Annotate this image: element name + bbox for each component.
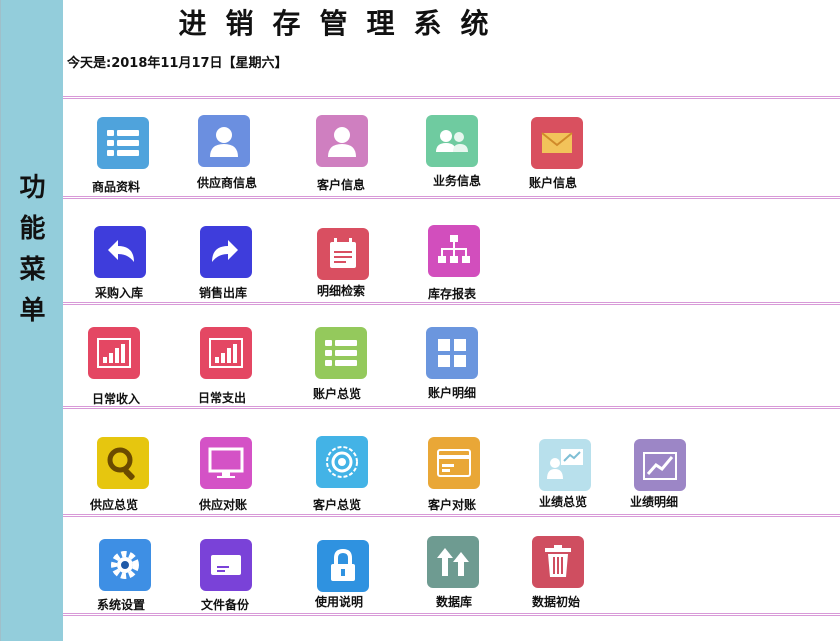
menu-item-label[interactable]: 日常支出 [198,389,246,406]
sidebar-title-char: 单 [19,296,46,326]
target-icon[interactable] [316,436,368,488]
menu-item-label[interactable]: 商品资料 [92,178,140,195]
user-icon[interactable] [198,115,250,167]
row-divider [63,406,840,409]
row-divider [63,302,840,305]
menu-item-label[interactable]: 业绩明细 [630,493,678,510]
bar-chart-icon[interactable] [200,327,252,379]
date-text: 今天是:2018年11月17日【星期六】 [67,56,288,71]
list-icon[interactable] [97,117,149,169]
row-divider [63,613,840,616]
menu-item-label[interactable]: 客户总览 [313,496,361,513]
row-divider [63,514,840,517]
mail-icon[interactable] [531,117,583,169]
menu-item-label[interactable]: 明细检索 [317,282,365,299]
menu-item-label[interactable]: 销售出库 [199,284,247,301]
trash-icon[interactable] [532,536,584,588]
menu-item-label[interactable]: 数据库 [436,593,472,610]
menu-item-label[interactable]: 数据初始 [532,593,580,610]
menu-item-label[interactable]: 使用说明 [315,593,363,610]
menu-item-label[interactable]: 供应对账 [199,496,247,513]
envelope-icon[interactable] [200,539,252,591]
trend-icon[interactable] [634,439,686,491]
menu-item-label[interactable]: 账户总览 [313,385,361,402]
menu-item-label[interactable]: 业务信息 [433,172,481,189]
calendar-icon[interactable] [317,228,369,280]
page-title: 进销存管理系统 [178,7,508,40]
menu-item-label[interactable]: 账户信息 [529,174,577,191]
sidebar-title: 功 能 菜 单 [1,168,64,332]
redo-icon[interactable] [200,226,252,278]
lock-icon[interactable] [317,540,369,592]
row-divider [63,196,840,199]
user-icon[interactable] [316,115,368,167]
undo-icon[interactable] [94,226,146,278]
menu-item-label[interactable]: 供应总览 [90,496,138,513]
menu-item-label[interactable]: 客户信息 [317,176,365,193]
menu-item-label[interactable]: 文件备份 [201,596,249,613]
sidebar-title-char: 菜 [19,255,46,285]
gear-icon[interactable] [99,539,151,591]
menu-item-label[interactable]: 供应商信息 [197,174,257,191]
sidebar: 功 能 菜 单 [0,0,63,641]
menu-item-label[interactable]: 账户明细 [428,384,476,401]
menu-item-label[interactable]: 日常收入 [92,390,140,407]
presenter-icon[interactable] [539,439,591,491]
search-icon[interactable] [97,437,149,489]
menu-item-label[interactable]: 客户对账 [428,496,476,513]
bar-chart-icon[interactable] [88,327,140,379]
list-icon[interactable] [315,327,367,379]
card-icon[interactable] [428,437,480,489]
menu-item-label[interactable]: 业绩总览 [539,493,587,510]
row-divider [63,96,840,99]
users-icon[interactable] [426,115,478,167]
monitor-icon[interactable] [200,437,252,489]
sidebar-title-char: 功 [19,173,46,203]
grid-icon[interactable] [426,327,478,379]
sidebar-title-char: 能 [19,214,46,244]
menu-item-label[interactable]: 库存报表 [428,285,476,302]
upload-icon[interactable] [427,536,479,588]
menu-item-label[interactable]: 系统设置 [97,596,145,613]
menu-item-label[interactable]: 采购入库 [95,284,143,301]
hierarchy-icon[interactable] [428,225,480,277]
